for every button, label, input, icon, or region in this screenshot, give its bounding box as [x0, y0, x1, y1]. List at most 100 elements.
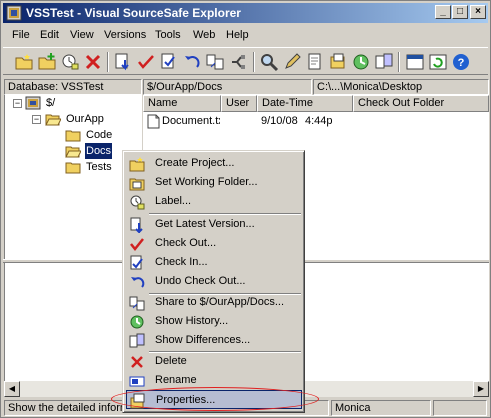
tree-label-root: $/: [46, 97, 56, 109]
menu-tools[interactable]: Tools: [155, 29, 181, 41]
database-icon: [25, 96, 41, 110]
differences-icon: [129, 333, 145, 348]
menu-item-rename[interactable]: Rename: [126, 371, 302, 390]
properties-tool-icon[interactable]: [328, 52, 348, 72]
scroll-right-icon[interactable]: ▶: [473, 381, 489, 397]
label-icon[interactable]: [60, 52, 80, 72]
check-out-icon[interactable]: [136, 52, 156, 72]
get-latest-icon: [130, 217, 143, 233]
folder-icon: [65, 130, 81, 142]
window-title: VSSTest - Visual SourceSafe Explorer: [26, 6, 241, 20]
open-folder-icon: [45, 114, 61, 126]
share-icon: [129, 296, 145, 311]
tree-label-tests: Tests: [86, 161, 112, 173]
label-icon: [130, 195, 145, 210]
menu-item-label-cmd[interactable]: Label...: [126, 192, 302, 211]
undo-icon: [131, 277, 145, 288]
find-icon[interactable]: [259, 52, 279, 72]
status-user: Monica: [331, 400, 431, 416]
app-window: VSSTest - Visual SourceSafe Explorer _ □…: [0, 0, 491, 418]
help-icon[interactable]: ?: [451, 52, 471, 72]
menu-item-properties[interactable]: Properties...: [126, 390, 302, 409]
column-header-date-time[interactable]: Date-Time: [257, 95, 353, 112]
menu-item-set-working-folder[interactable]: Set Working Folder...: [126, 173, 302, 192]
collapse-root-icon[interactable]: −: [13, 99, 22, 108]
menu-item-undo-check-out[interactable]: Undo Check Out...: [126, 272, 302, 291]
folder-icon: [65, 162, 81, 174]
menu-item-label: Show Differences...: [155, 334, 251, 346]
column-header-name[interactable]: Name: [143, 95, 221, 112]
toolbar: ?: [3, 47, 488, 75]
menu-item-label: Get Latest Version...: [155, 218, 255, 230]
menu-item-create-project[interactable]: Create Project...: [126, 154, 302, 173]
new-project-icon: [129, 157, 145, 172]
menu-item-share[interactable]: Share to $/OurApp/Docs...: [126, 293, 302, 312]
column-header-user[interactable]: User: [221, 95, 257, 112]
current-project-header: $/OurApp/Docs: [143, 79, 312, 95]
check-in-icon[interactable]: [159, 52, 179, 72]
undo-check-out-icon[interactable]: [182, 52, 202, 72]
menu-item-label: Properties...: [156, 394, 216, 406]
table-row[interactable]: Document.tx 9/10/08 4:44p: [143, 113, 489, 129]
context-menu: Create Project... Set Working Folder... …: [122, 150, 305, 413]
close-button[interactable]: ×: [470, 5, 486, 19]
menu-item-label: Share to $/OurApp/Docs...: [155, 296, 285, 308]
working-folder-icon: [129, 178, 145, 191]
menu-file[interactable]: File: [12, 29, 30, 41]
menu-item-label: Undo Check Out...: [155, 275, 246, 287]
rename-icon: [129, 376, 145, 387]
history-icon[interactable]: [351, 52, 371, 72]
menu-item-label: Label...: [155, 195, 192, 207]
edit-icon[interactable]: [282, 52, 302, 72]
menu-item-delete[interactable]: Delete: [126, 352, 302, 371]
document-icon: [147, 114, 160, 129]
maximize-button[interactable]: □: [452, 5, 468, 19]
menu-item-check-out[interactable]: Check Out...: [126, 234, 302, 253]
column-header-check-out-folder[interactable]: Check Out Folder: [353, 95, 489, 112]
menu-item-label: Set Working Folder...: [155, 176, 258, 188]
menu-versions[interactable]: Versions: [104, 29, 146, 41]
file-time: 4:44p: [305, 115, 333, 127]
menu-item-label: Check In...: [155, 256, 208, 268]
history-icon: [130, 315, 144, 329]
menu-item-get-latest-version[interactable]: Get Latest Version...: [126, 215, 302, 234]
tree-label-ourapp: OurApp: [66, 113, 104, 125]
title-bar[interactable]: VSSTest - Visual SourceSafe Explorer _ □…: [3, 3, 488, 23]
add-files-icon[interactable]: [37, 52, 57, 72]
menu-edit[interactable]: Edit: [40, 29, 59, 41]
sourcesafe-app-icon: [6, 5, 22, 21]
menu-item-label: Delete: [155, 355, 187, 367]
toolbar-separator: [253, 52, 255, 72]
open-folder-icon[interactable]: [405, 52, 425, 72]
menu-item-label: Create Project...: [155, 157, 235, 169]
open-folder-icon: [65, 146, 81, 158]
menu-web[interactable]: Web: [193, 29, 215, 41]
scroll-left-icon[interactable]: ◀: [4, 381, 20, 397]
menu-item-show-history[interactable]: Show History...: [126, 312, 302, 331]
new-project-icon[interactable]: [14, 52, 34, 72]
menu-item-label: Rename: [155, 374, 197, 386]
tree-label-docs: Docs: [85, 143, 113, 159]
share-icon[interactable]: [205, 52, 225, 72]
minimize-button[interactable]: _: [435, 5, 451, 19]
menu-view[interactable]: View: [70, 29, 94, 41]
database-header: Database: VSSTest: [4, 79, 142, 95]
differences-icon[interactable]: [374, 52, 394, 72]
branch-icon[interactable]: [228, 52, 248, 72]
delete-icon: [131, 356, 143, 368]
menu-help[interactable]: Help: [226, 29, 249, 41]
status-extra: [433, 400, 487, 416]
svg-text:?: ?: [458, 57, 465, 69]
menu-item-show-differences[interactable]: Show Differences...: [126, 331, 302, 350]
view-file-icon[interactable]: [305, 52, 325, 72]
menu-item-check-in[interactable]: Check In...: [126, 253, 302, 272]
toolbar-separator: [107, 52, 109, 72]
delete-icon[interactable]: [83, 52, 103, 72]
file-date: 9/10/08: [261, 115, 298, 127]
file-name: Document.tx: [162, 115, 220, 127]
collapse-ourapp-icon[interactable]: −: [32, 115, 41, 124]
refresh-icon[interactable]: [428, 52, 448, 72]
checkmark-icon: [130, 238, 144, 252]
properties-icon: [130, 393, 145, 409]
get-latest-icon[interactable]: [113, 52, 133, 72]
